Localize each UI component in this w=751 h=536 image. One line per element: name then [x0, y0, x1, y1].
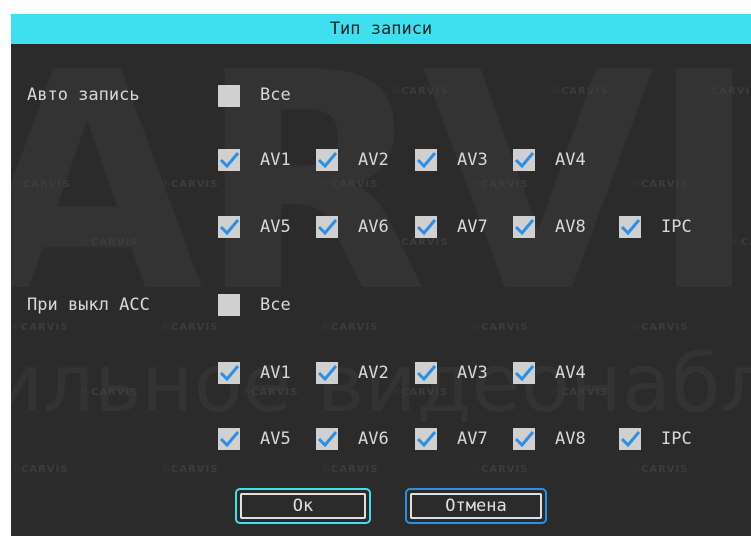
watermark-brand: ☉CARVIS	[81, 387, 139, 398]
auto-record-label: Авто запись	[27, 85, 140, 105]
checkmark-icon	[415, 216, 437, 238]
acc-channel-label: AV4	[555, 363, 586, 383]
checkmark-icon	[316, 428, 338, 450]
auto-channel-checkbox[interactable]	[619, 216, 641, 238]
auto-channel-label: AV7	[457, 217, 488, 237]
watermark-brand: ☉CARVIS	[631, 464, 689, 475]
auto-all-checkbox[interactable]	[218, 85, 240, 107]
watermark-brand: ☉CARVIS	[161, 179, 219, 190]
acc-channel-label: AV6	[358, 429, 389, 449]
auto-channel-label: AV3	[457, 150, 488, 170]
acc-channel-checkbox[interactable]	[316, 428, 338, 450]
watermark-brand: ☉CARVIS	[13, 179, 71, 190]
checkmark-icon	[415, 428, 437, 450]
record-type-dialog: ARVI ильное видеонаблюд ☉CARVIS☉CARVIS☉C…	[11, 14, 751, 536]
checkmark-icon	[513, 216, 535, 238]
auto-channel-checkbox[interactable]	[415, 149, 437, 171]
checkmark-icon	[218, 428, 240, 450]
checkmark-icon	[316, 149, 338, 171]
checkmark-icon	[415, 149, 437, 171]
ok-button[interactable]: Ок	[235, 488, 371, 524]
watermark-brand: ☉CARVIS	[321, 322, 379, 333]
watermark-brand: ☉CARVIS	[321, 179, 379, 190]
watermark-brand: ☉CARVIS	[471, 179, 529, 190]
acc-channel-checkbox[interactable]	[316, 362, 338, 384]
auto-channel-checkbox[interactable]	[513, 149, 535, 171]
auto-channel-checkbox[interactable]	[513, 216, 535, 238]
watermark-brand: ☉CARVIS	[631, 179, 689, 190]
acc-all-label: Все	[260, 295, 291, 315]
acc-channel-label: AV8	[555, 429, 586, 449]
dialog-title: Тип записи	[11, 14, 751, 44]
ok-button-label: Ок	[240, 493, 366, 519]
auto-channel-checkbox[interactable]	[316, 149, 338, 171]
watermark-brand: ☉CARVIS	[701, 86, 751, 97]
checkmark-icon	[513, 428, 535, 450]
watermark-brand: ☉CARVIS	[161, 464, 219, 475]
watermark-brand: ☉CARVIS	[11, 464, 69, 475]
auto-channel-label: AV8	[555, 217, 586, 237]
auto-all-label: Все	[260, 85, 291, 105]
acc-channel-label: AV2	[358, 363, 389, 383]
checkmark-icon	[218, 149, 240, 171]
acc-channel-checkbox[interactable]	[513, 362, 535, 384]
auto-channel-label: AV1	[260, 150, 291, 170]
auto-channel-label: AV5	[260, 217, 291, 237]
watermark-brand: ☉CARVIS	[161, 322, 219, 333]
cancel-button[interactable]: Отмена	[405, 488, 547, 524]
watermark-brand: ☉CARVIS	[471, 464, 529, 475]
watermark-tagline: ильное видеонаблюд	[11, 337, 751, 430]
auto-channel-label: AV6	[358, 217, 389, 237]
auto-channel-checkbox[interactable]	[218, 216, 240, 238]
acc-channel-checkbox[interactable]	[218, 428, 240, 450]
watermark-brand: ☉CARVIS	[551, 387, 609, 398]
cancel-button-label: Отмена	[410, 493, 542, 519]
auto-channel-checkbox[interactable]	[218, 149, 240, 171]
acc-channel-checkbox[interactable]	[415, 362, 437, 384]
auto-channel-checkbox[interactable]	[316, 216, 338, 238]
checkmark-icon	[513, 362, 535, 384]
watermark-brand: ☉CARVIS	[391, 86, 449, 97]
acc-channel-label: AV7	[457, 429, 488, 449]
checkmark-icon	[316, 362, 338, 384]
watermark-brand: ☉CARVIS	[631, 322, 689, 333]
watermark-brand: ☉CARVIS	[391, 237, 449, 248]
auto-channel-label: IPC	[661, 217, 692, 237]
checkmark-icon	[218, 216, 240, 238]
checkmark-icon	[619, 216, 641, 238]
watermark-brand: ☉CARVIS	[241, 387, 299, 398]
watermark-brand: ☉CARVIS	[321, 464, 379, 475]
auto-channel-label: AV2	[358, 150, 389, 170]
watermark-brand: ☉CARVIS	[731, 237, 751, 248]
acc-off-label: При выкл ACC	[27, 295, 150, 315]
watermark-brand: ☉CARVIS	[391, 387, 449, 398]
checkmark-icon	[513, 149, 535, 171]
acc-channel-label: AV5	[260, 429, 291, 449]
auto-channel-checkbox[interactable]	[415, 216, 437, 238]
watermark-brand: ☉CARVIS	[81, 237, 139, 248]
acc-channel-label: IPC	[661, 429, 692, 449]
acc-channel-checkbox[interactable]	[218, 362, 240, 384]
acc-all-checkbox[interactable]	[218, 294, 240, 316]
auto-channel-label: AV4	[555, 150, 586, 170]
acc-channel-label: AV3	[457, 363, 488, 383]
acc-channel-checkbox[interactable]	[619, 428, 641, 450]
watermark-brand: ☉CARVIS	[471, 322, 529, 333]
acc-channel-label: AV1	[260, 363, 291, 383]
checkmark-icon	[619, 428, 641, 450]
acc-channel-checkbox[interactable]	[513, 428, 535, 450]
checkmark-icon	[218, 362, 240, 384]
checkmark-icon	[415, 362, 437, 384]
acc-channel-checkbox[interactable]	[415, 428, 437, 450]
watermark-brand: ☉CARVIS	[11, 322, 69, 333]
watermark-brand: ☉CARVIS	[551, 86, 609, 97]
checkmark-icon	[316, 216, 338, 238]
